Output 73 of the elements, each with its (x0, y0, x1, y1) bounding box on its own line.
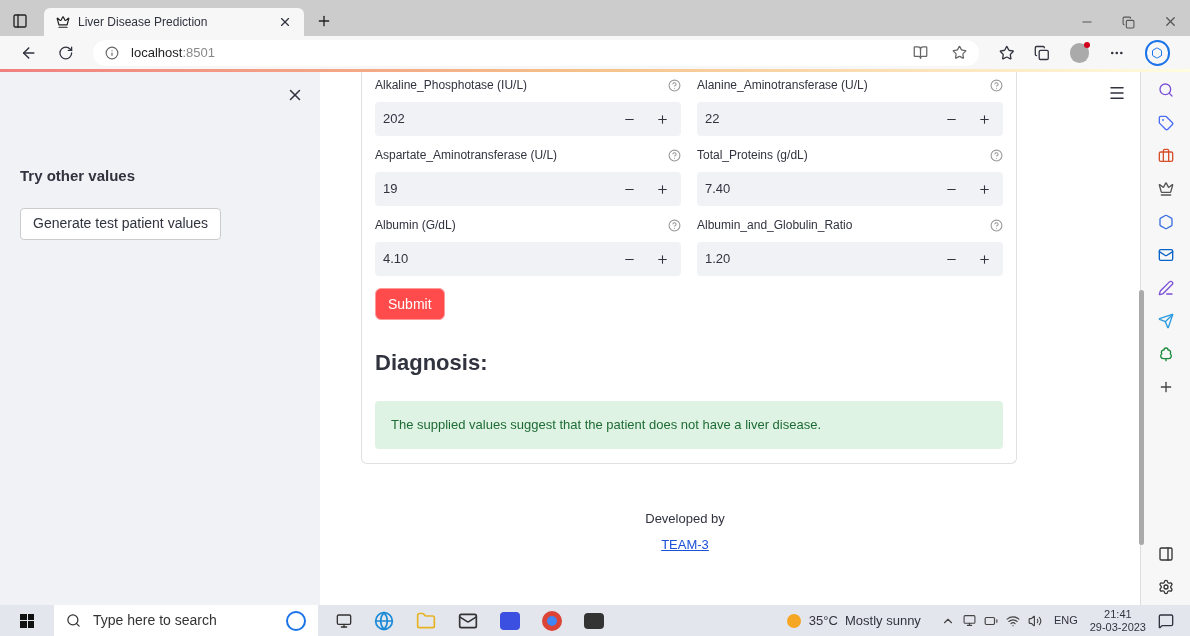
paper-plane-icon[interactable] (1157, 313, 1174, 329)
volume-icon[interactable] (1027, 613, 1042, 628)
wifi-icon[interactable] (1005, 613, 1020, 628)
number-input[interactable]: 7.40 (697, 172, 1003, 206)
tree-icon[interactable] (1157, 346, 1174, 362)
collections-icon[interactable] (1034, 44, 1050, 61)
notifications-icon[interactable] (1158, 612, 1174, 629)
team-link[interactable]: TEAM-3 (661, 534, 709, 554)
task-view-icon[interactable] (336, 612, 352, 629)
chrome-icon[interactable] (542, 610, 562, 631)
close-window-icon[interactable] (1163, 14, 1178, 29)
search-icon[interactable] (1157, 82, 1174, 98)
weather-text[interactable]: 35°C Mostly sunny (808, 610, 921, 631)
language-indicator[interactable]: ENG (1053, 612, 1078, 629)
field-label: Albumin (G/dL) (375, 217, 456, 234)
read-aloud-icon[interactable] (912, 45, 928, 60)
number-input[interactable]: 19 (375, 172, 681, 206)
copilot-button[interactable] (1144, 39, 1171, 66)
scrollbar[interactable] (1139, 290, 1144, 545)
footer-text: Developed by (645, 510, 725, 528)
url-text: localhost:8501 (131, 43, 216, 62)
number-input[interactable]: 1.20 (697, 242, 1003, 276)
help-icon[interactable] (990, 78, 1003, 92)
success-alert: The supplied values suggest that the patient does not have a liver disease. (375, 401, 1003, 449)
new-tab-icon[interactable] (316, 13, 332, 29)
number-input[interactable]: 4.10 (375, 242, 681, 276)
profile-avatar[interactable] (1069, 42, 1090, 63)
field-label: Albumin_and_Globulin_Ratio (697, 217, 853, 234)
address-bar[interactable]: localhost:8501 (93, 39, 979, 66)
tab-actions-icon[interactable] (12, 13, 28, 29)
browser-icon[interactable] (374, 610, 394, 631)
start-button[interactable] (20, 613, 34, 628)
tag-icon[interactable] (1157, 115, 1174, 131)
briefcase-icon[interactable] (1157, 148, 1174, 164)
field-label: Alanine_Aminotransferase (U/L) (697, 77, 868, 94)
sidebar-heading: Try other values (20, 166, 137, 186)
taskbar-search-field[interactable]: Type here to search (54, 605, 318, 636)
diagnosis-heading: Diagnosis: (375, 349, 489, 377)
clock-date: 29-03-2023 (1089, 620, 1146, 634)
field-label: Alkaline_Phosphotase (IU/L) (375, 77, 528, 94)
increment-icon[interactable] (656, 252, 669, 266)
restore-icon[interactable] (1122, 16, 1135, 29)
help-icon[interactable] (990, 218, 1003, 232)
field-label: Total_Proteins (g/dL) (697, 147, 808, 164)
help-icon[interactable] (668, 218, 681, 232)
mail-icon[interactable] (1157, 247, 1174, 263)
increment-icon[interactable] (978, 112, 991, 126)
number-input[interactable]: 202 (375, 102, 681, 136)
close-tab-icon[interactable] (278, 15, 292, 29)
reload-icon[interactable] (57, 44, 74, 61)
copilot-icon[interactable] (286, 610, 306, 631)
number-input[interactable]: 22 (697, 102, 1003, 136)
help-icon[interactable] (668, 78, 681, 92)
increment-icon[interactable] (978, 252, 991, 266)
add-favorite-icon[interactable] (951, 45, 967, 60)
hexagon-icon[interactable] (1157, 214, 1174, 230)
favorites-icon[interactable] (998, 44, 1015, 61)
settings-icon[interactable] (1157, 579, 1174, 595)
help-icon[interactable] (990, 148, 1003, 162)
clock-time: 21:41 (1104, 607, 1132, 621)
generate-values-button[interactable]: Generate test patient values (20, 207, 222, 240)
increment-icon[interactable] (978, 182, 991, 196)
menu-icon[interactable] (1108, 84, 1126, 102)
search-icon (66, 613, 81, 628)
increment-icon[interactable] (656, 112, 669, 126)
increment-icon[interactable] (656, 182, 669, 196)
help-icon[interactable] (668, 148, 681, 162)
panel-icon[interactable] (1157, 546, 1174, 562)
browser-tab[interactable]: Liver Disease Prediction (44, 8, 304, 36)
crown-icon (56, 15, 70, 29)
copilot-icon (1151, 46, 1164, 59)
info-icon[interactable] (105, 45, 120, 60)
field-label: Aspartate_Aminotransferase (U/L) (375, 147, 558, 164)
